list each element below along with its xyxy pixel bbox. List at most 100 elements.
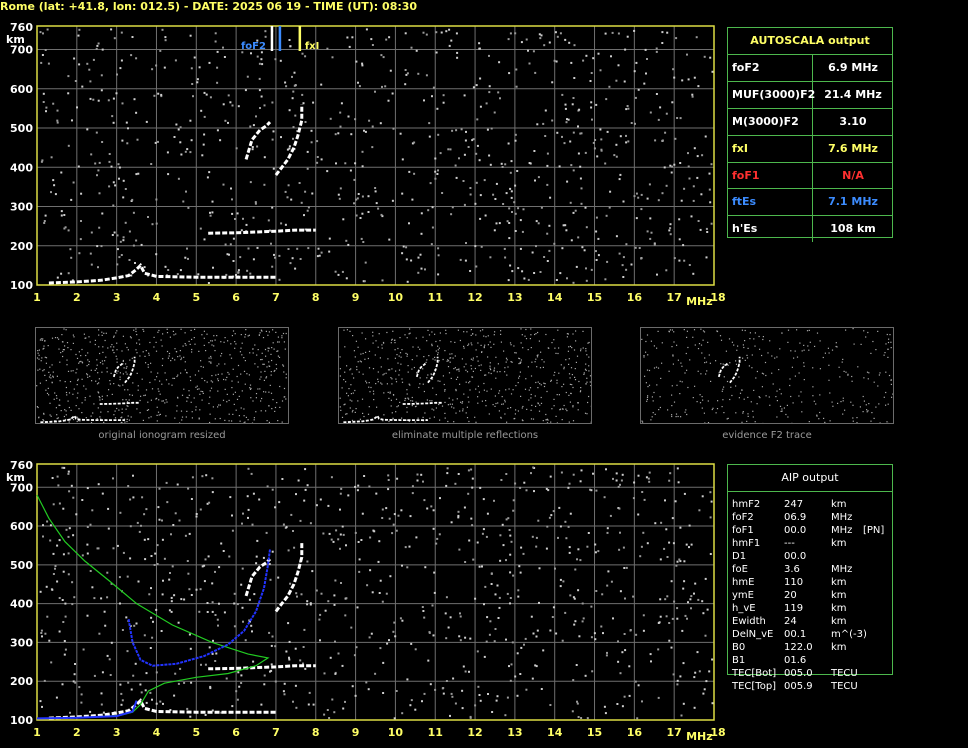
- thumb-noise-dot: [190, 379, 192, 382]
- thumb-noise-dot: [103, 421, 105, 423]
- noise-dot: [177, 177, 180, 180]
- noise-dot: [451, 206, 454, 209]
- thumb-noise-dot: [555, 352, 557, 354]
- noise-dot: [561, 93, 564, 96]
- noise-dot: [683, 259, 686, 262]
- aip-row-value: 122.0: [784, 642, 813, 653]
- thumb-noise-dot: [81, 412, 83, 414]
- thumb-noise-dot: [463, 366, 465, 368]
- noise-dot: [309, 522, 312, 525]
- aip-row-unit: km: [831, 590, 847, 601]
- thumb-noise-dot: [765, 395, 767, 397]
- noise-dot: [39, 31, 42, 34]
- noise-dot: [315, 589, 318, 592]
- noise-dot: [589, 80, 592, 82]
- thumb-noise-dot: [769, 340, 771, 342]
- autoscala-row: foF2 6.9 MHz: [728, 55, 892, 82]
- noise-dot: [312, 101, 315, 104]
- noise-dot: [571, 710, 574, 713]
- noise-dot: [42, 32, 44, 35]
- noise-dot: [546, 183, 549, 186]
- thumb-noise-dot: [42, 338, 44, 340]
- thumb-noise-dot: [271, 408, 273, 410]
- thumb-noise-dot: [267, 347, 269, 349]
- noise-dot: [426, 507, 429, 510]
- thumb-noise-dot: [188, 340, 190, 342]
- thumb-noise-dot: [274, 410, 276, 412]
- noise-dot: [692, 185, 695, 188]
- noise-dot: [469, 187, 472, 189]
- thumb-noise-dot: [741, 421, 743, 423]
- thumb-noise-dot: [803, 379, 805, 381]
- thumb-noise-dot: [401, 378, 403, 380]
- noise-dot: [623, 80, 626, 83]
- noise-dot: [585, 279, 588, 282]
- noise-dot: [195, 515, 198, 518]
- noise-dot: [40, 629, 43, 632]
- thumb-noise-dot: [647, 395, 649, 397]
- thumb-noise-dot: [184, 369, 186, 371]
- thumb-noise-dot: [728, 338, 731, 340]
- thumb-noise-dot: [349, 330, 351, 332]
- x-tick-label: 16: [627, 726, 643, 739]
- thumb-noise-dot: [878, 374, 880, 376]
- thumb-noise-dot: [883, 354, 885, 356]
- thumb-noise-dot: [116, 372, 118, 374]
- noise-dot: [94, 162, 97, 165]
- noise-dot: [405, 258, 408, 261]
- thumb-noise-dot: [191, 338, 193, 340]
- noise-dot: [211, 211, 214, 214]
- thumb-noise-dot: [437, 380, 439, 382]
- thumb-noise-dot: [65, 414, 67, 416]
- x-tick-label: 15: [587, 291, 602, 304]
- thumb-noise-dot: [101, 360, 103, 362]
- thumb-noise-dot: [248, 374, 250, 376]
- noise-dot: [297, 479, 300, 482]
- thumb-noise-dot: [40, 360, 42, 362]
- noise-dot: [660, 521, 663, 524]
- noise-dot: [158, 518, 161, 521]
- thumb-noise-dot: [79, 361, 81, 363]
- thumb-noise-dot: [181, 416, 184, 418]
- thumb-noise-dot: [263, 379, 265, 381]
- thumb-noise-dot: [142, 419, 144, 421]
- noise-dot: [186, 148, 189, 151]
- noise-dot: [119, 511, 122, 514]
- noise-dot: [67, 552, 70, 555]
- noise-dot: [650, 660, 652, 663]
- noise-dot: [290, 198, 293, 201]
- thumb-noise-dot: [565, 391, 567, 394]
- thumb-noise-dot: [121, 408, 123, 410]
- noise-dot: [355, 646, 358, 649]
- thumb-noise-dot: [218, 363, 220, 365]
- noise-dot: [378, 540, 381, 543]
- thumb-noise-dot: [362, 412, 364, 414]
- x-tick-label: 4: [153, 726, 161, 739]
- thumb-noise-dot: [481, 400, 483, 402]
- thumb-noise-dot: [426, 359, 428, 361]
- noise-dot: [570, 239, 573, 242]
- thumb-noise-dot: [540, 384, 542, 386]
- thumb-noise-dot: [254, 344, 256, 346]
- thumb-noise-dot: [85, 354, 87, 357]
- thumb-noise-dot: [870, 420, 872, 422]
- thumb-noise-dot: [217, 380, 219, 382]
- thumb-noise-dot: [231, 387, 233, 389]
- thumb-noise-dot: [537, 387, 539, 389]
- thumb-noise-dot: [431, 345, 433, 347]
- noise-dot: [300, 201, 303, 204]
- thumb-noise-dot: [377, 378, 379, 380]
- noise-dot: [605, 654, 608, 657]
- thumb-noise-dot: [240, 373, 242, 375]
- noise-dot: [52, 179, 55, 182]
- noise-dot: [694, 582, 697, 585]
- noise-dot: [391, 92, 394, 95]
- thumb-noise-dot: [485, 336, 487, 338]
- noise-dot: [136, 521, 139, 524]
- noise-dot: [62, 570, 65, 573]
- noise-dot: [510, 160, 513, 163]
- noise-dot: [311, 192, 314, 195]
- noise-dot: [342, 533, 345, 536]
- autoscala-row: foF1 N/A: [728, 162, 892, 190]
- autoscala-row: h'Es 108 km: [728, 216, 892, 243]
